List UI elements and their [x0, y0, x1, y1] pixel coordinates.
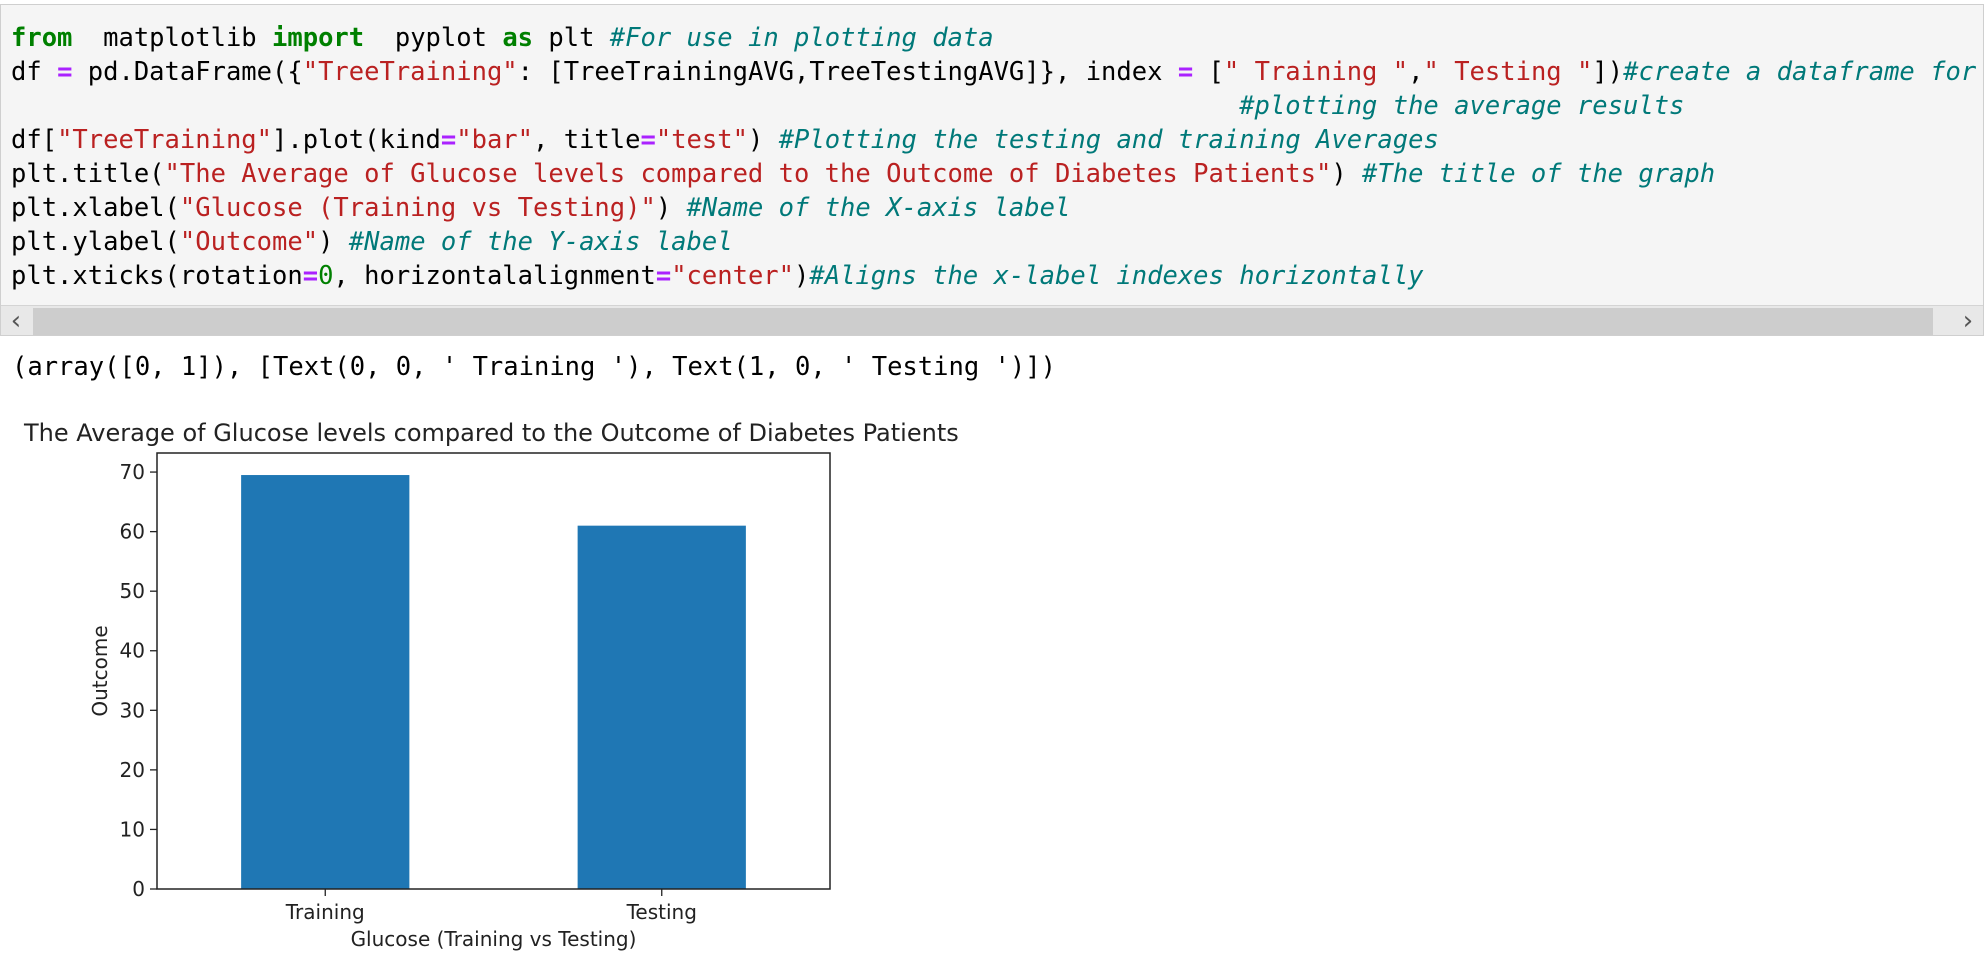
- code-token: as: [502, 23, 534, 53]
- code-token: ): [794, 261, 810, 291]
- code-token: plt.xticks(rotation: [11, 261, 303, 291]
- code-editor[interactable]: from matplotlib import pyplot as plt #Fo…: [11, 21, 1976, 293]
- code-line: plt.title("The Average of Glucose levels…: [11, 157, 1976, 191]
- code-token: #Aligns the x-label indexes horizontally: [809, 261, 1424, 291]
- code-token: [: [1193, 57, 1224, 87]
- code-token: =: [57, 57, 73, 87]
- code-token: "center": [671, 261, 795, 291]
- bar-chart: The Average of Glucose levels compared t…: [23, 419, 959, 951]
- cell-output-text: (array([0, 1]), [Text(0, 0, ' Training '…: [12, 352, 1056, 382]
- code-line: plt.xlabel("Glucose (Training vs Testing…: [11, 191, 1976, 225]
- bar: [241, 475, 410, 889]
- y-tick-label: 10: [120, 817, 145, 841]
- code-line: plt.ylabel("Outcome") #Name of the Y-axi…: [11, 225, 1976, 259]
- code-token: plt.title(: [11, 159, 165, 189]
- code-line: df["TreeTraining"].plot(kind="bar", titl…: [11, 123, 1976, 157]
- code-token: #plotting the average results: [1239, 91, 1685, 121]
- x-axis-label: Glucose (Training vs Testing): [351, 927, 637, 951]
- code-line: #plotting the average results: [11, 89, 1976, 123]
- y-axis-label: Outcome: [88, 625, 112, 716]
- x-tick-label: Training: [285, 900, 365, 924]
- horizontal-scrollbar[interactable]: ‹ ›: [1, 305, 1983, 335]
- code-token: ): [1331, 159, 1363, 189]
- code-token: #Plotting the testing and training Avera…: [778, 125, 1439, 155]
- y-tick-label: 60: [120, 520, 145, 544]
- code-token: ): [318, 227, 349, 257]
- y-tick-label: 40: [120, 639, 145, 663]
- code-token: , title: [533, 125, 641, 155]
- code-token: import: [272, 23, 365, 53]
- code-token: #The title of the graph: [1362, 159, 1716, 189]
- code-token: =: [440, 125, 457, 155]
- code-token: "The Average of Glucose levels compared …: [164, 159, 1332, 189]
- y-tick-label: 20: [120, 758, 145, 782]
- code-token: : [TreeTrainingAVG,TreeTestingAVG]}, ind…: [517, 57, 1178, 87]
- code-token: "TreeTraining": [302, 57, 518, 87]
- code-token: "bar": [456, 125, 534, 155]
- code-line: plt.xticks(rotation=0, horizontalalignme…: [11, 259, 1976, 293]
- code-token: ): [747, 125, 779, 155]
- code-token: " Testing ": [1423, 57, 1593, 87]
- y-tick-label: 0: [132, 877, 145, 901]
- code-token: =: [1177, 57, 1194, 87]
- code-token: , horizontalalignment: [333, 261, 656, 291]
- code-token: matplotlib: [72, 23, 273, 53]
- code-token: "Glucose (Training vs Testing)": [179, 193, 656, 223]
- scrollbar-thumb[interactable]: [33, 308, 1933, 335]
- chart-title: The Average of Glucose levels compared t…: [23, 419, 959, 447]
- code-token: pd.DataFrame({: [72, 57, 303, 87]
- code-token: plt.ylabel(: [11, 227, 180, 257]
- code-token: df[: [11, 125, 58, 155]
- code-token: ): [655, 193, 687, 223]
- code-line: df = pd.DataFrame({"TreeTraining": [Tree…: [11, 55, 1976, 89]
- code-token: =: [640, 125, 656, 155]
- code-token: plt.xlabel(: [11, 193, 180, 223]
- code-token: #For use in plotting data: [609, 23, 994, 53]
- code-token: df: [11, 57, 58, 87]
- code-token: 0: [318, 261, 334, 291]
- code-cell[interactable]: from matplotlib import pyplot as plt #Fo…: [0, 4, 1984, 336]
- code-token: ,: [1408, 57, 1424, 87]
- y-tick-label: 30: [120, 698, 145, 722]
- y-tick-label: 70: [120, 460, 145, 484]
- chevron-left-icon[interactable]: ‹: [1, 306, 31, 335]
- code-token: #Name of the X-axis label: [686, 193, 1071, 223]
- code-token: plt: [533, 23, 610, 53]
- code-token: #create a dataframe for: [1623, 57, 1977, 87]
- code-token: "TreeTraining": [57, 125, 272, 155]
- code-token: ]): [1592, 57, 1624, 87]
- code-token: pyplot: [364, 23, 503, 53]
- code-token: #Name of the Y-axis label: [348, 227, 733, 257]
- code-token: from: [11, 23, 73, 53]
- code-token: =: [655, 261, 672, 291]
- bar: [577, 525, 746, 889]
- chevron-right-icon[interactable]: ›: [1953, 306, 1983, 335]
- code-token: "test": [655, 125, 748, 155]
- y-tick-label: 50: [120, 579, 145, 603]
- code-token: " Training ": [1223, 57, 1409, 87]
- x-tick-label: Testing: [626, 900, 697, 924]
- code-token: "Outcome": [179, 227, 319, 257]
- code-token: ].plot(kind: [272, 125, 441, 155]
- code-token: =: [302, 261, 319, 291]
- code-line: from matplotlib import pyplot as plt #Fo…: [11, 21, 1976, 55]
